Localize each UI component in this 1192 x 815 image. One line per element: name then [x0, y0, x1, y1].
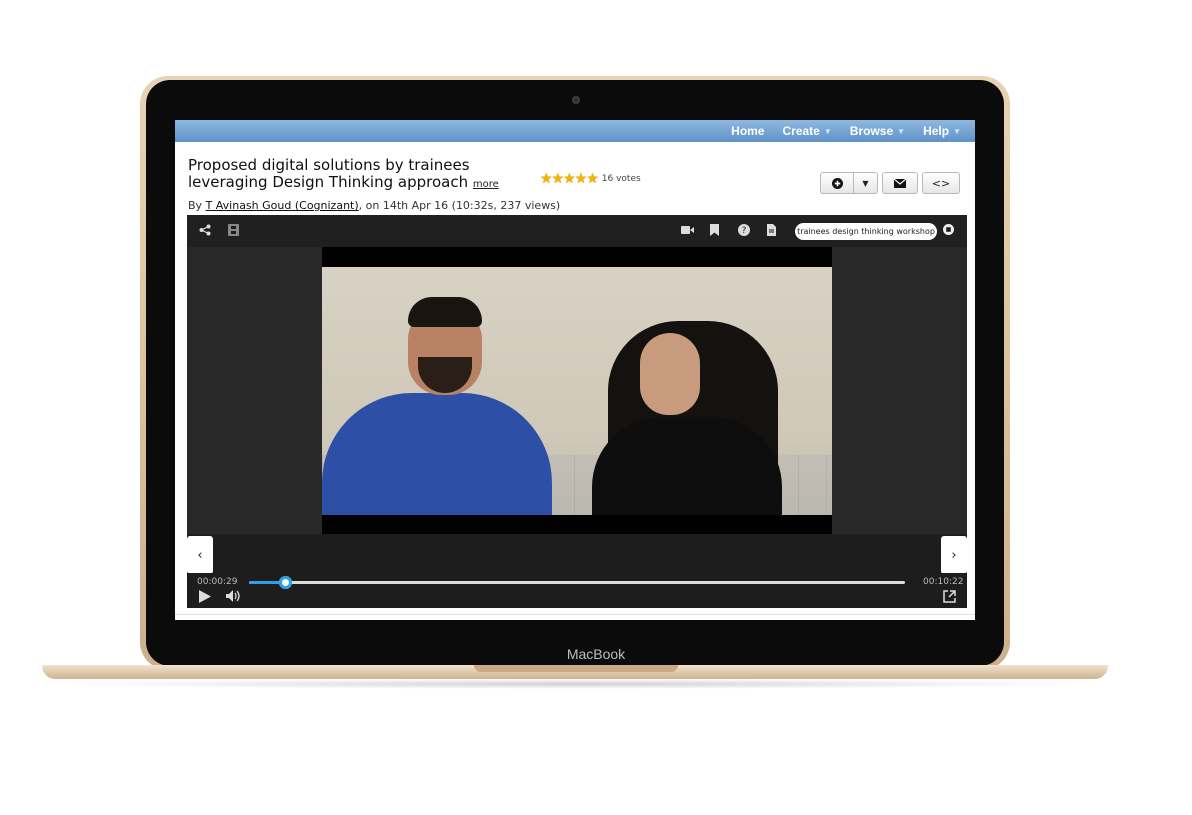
add-circle-icon	[831, 177, 843, 189]
left-panel	[187, 247, 322, 534]
byline: By T Avinash Goud (Cognizant), on 14th A…	[188, 199, 560, 212]
chevron-down-icon: ▼	[953, 126, 961, 136]
camera-icon[interactable]	[681, 224, 694, 238]
progress-thumb[interactable]	[279, 576, 293, 589]
add-button[interactable]	[820, 172, 854, 194]
rating: ★★★★★ 16 votes	[540, 171, 641, 187]
close-tag-icon[interactable]	[943, 224, 954, 238]
envelope-icon	[894, 178, 906, 188]
play-icon[interactable]	[199, 590, 211, 607]
nav-help-label: Help	[923, 124, 950, 138]
video-title-text: Proposed digital solutions by trainees l…	[188, 156, 470, 191]
prev-button[interactable]: ‹	[187, 536, 213, 574]
open-external-icon[interactable]	[943, 590, 956, 607]
film-icon[interactable]	[228, 224, 239, 239]
right-panel	[832, 247, 967, 534]
laptop-shadow	[60, 679, 1090, 689]
by-prefix: By	[188, 199, 203, 212]
progress-track[interactable]	[249, 576, 905, 589]
presenter-2-body	[592, 417, 782, 515]
star-rating-icon[interactable]: ★★★★★	[540, 171, 599, 187]
bookmark-icon[interactable]	[710, 224, 719, 239]
presenter-1-body	[322, 393, 552, 515]
webcam-icon	[572, 96, 580, 104]
presenter-1-hair	[408, 297, 482, 327]
caret-down-icon: ▼	[862, 178, 869, 188]
chevron-left-icon: ‹	[197, 547, 203, 563]
duration: 00:10:22	[923, 577, 964, 587]
player-toolbar: ? trainees design thinking workshop	[187, 215, 967, 248]
add-button-group: ▼	[820, 172, 878, 194]
author-link[interactable]: T Avinash Goud (Cognizant)	[206, 199, 359, 212]
video-frame	[322, 267, 832, 515]
nav-home[interactable]: Home	[731, 124, 764, 138]
nav-browse-label: Browse	[849, 124, 894, 138]
laptop-notch	[474, 665, 678, 672]
video-area[interactable]	[322, 247, 832, 534]
nav-create[interactable]: Create ▼	[783, 124, 832, 138]
video-title: Proposed digital solutions by trainees l…	[188, 157, 518, 193]
nav-help[interactable]: Help ▼	[923, 124, 961, 138]
presenter-2-head	[640, 333, 700, 415]
tag-pill[interactable]: trainees design thinking workshop	[795, 223, 937, 240]
nav-create-label: Create	[782, 124, 820, 138]
more-link[interactable]: more	[473, 179, 499, 190]
next-button[interactable]: ›	[941, 536, 967, 574]
video-meta: , on 14th Apr 16 (10:32s, 237 views)	[358, 199, 561, 212]
chevron-right-icon: ›	[951, 547, 957, 563]
embed-button[interactable]: <>	[922, 172, 960, 194]
player-controls: 00:00:29 00:10:22	[187, 573, 967, 608]
macbook-label: MacBook	[566, 646, 626, 662]
document-icon[interactable]	[767, 224, 776, 239]
help-icon[interactable]: ?	[738, 224, 750, 239]
embed-icon: <>	[931, 176, 951, 190]
nav-menu: Home Create ▼ Browse ▼ Help ▼	[731, 124, 961, 138]
svg-text:?: ?	[742, 226, 747, 236]
nav-home-label: Home	[731, 124, 765, 138]
share-icon[interactable]	[199, 224, 211, 239]
top-navbar: Home Create ▼ Browse ▼ Help ▼	[175, 120, 975, 142]
volume-icon[interactable]	[226, 590, 240, 606]
votes-count: 16 votes	[601, 174, 641, 184]
page-footer-edge	[175, 614, 975, 620]
current-time: 00:00:29	[197, 577, 238, 587]
add-dropdown-button[interactable]: ▼	[854, 172, 878, 194]
browser-screen: Home Create ▼ Browse ▼ Help ▼ Proposed digi…	[175, 120, 975, 620]
nav-browse[interactable]: Browse ▼	[850, 124, 905, 138]
chevron-down-icon: ▼	[897, 126, 906, 136]
chevron-down-icon: ▼	[823, 126, 832, 136]
email-button[interactable]	[882, 172, 918, 194]
video-player: ? trainees design thinking workshop ‹ › …	[187, 215, 967, 608]
